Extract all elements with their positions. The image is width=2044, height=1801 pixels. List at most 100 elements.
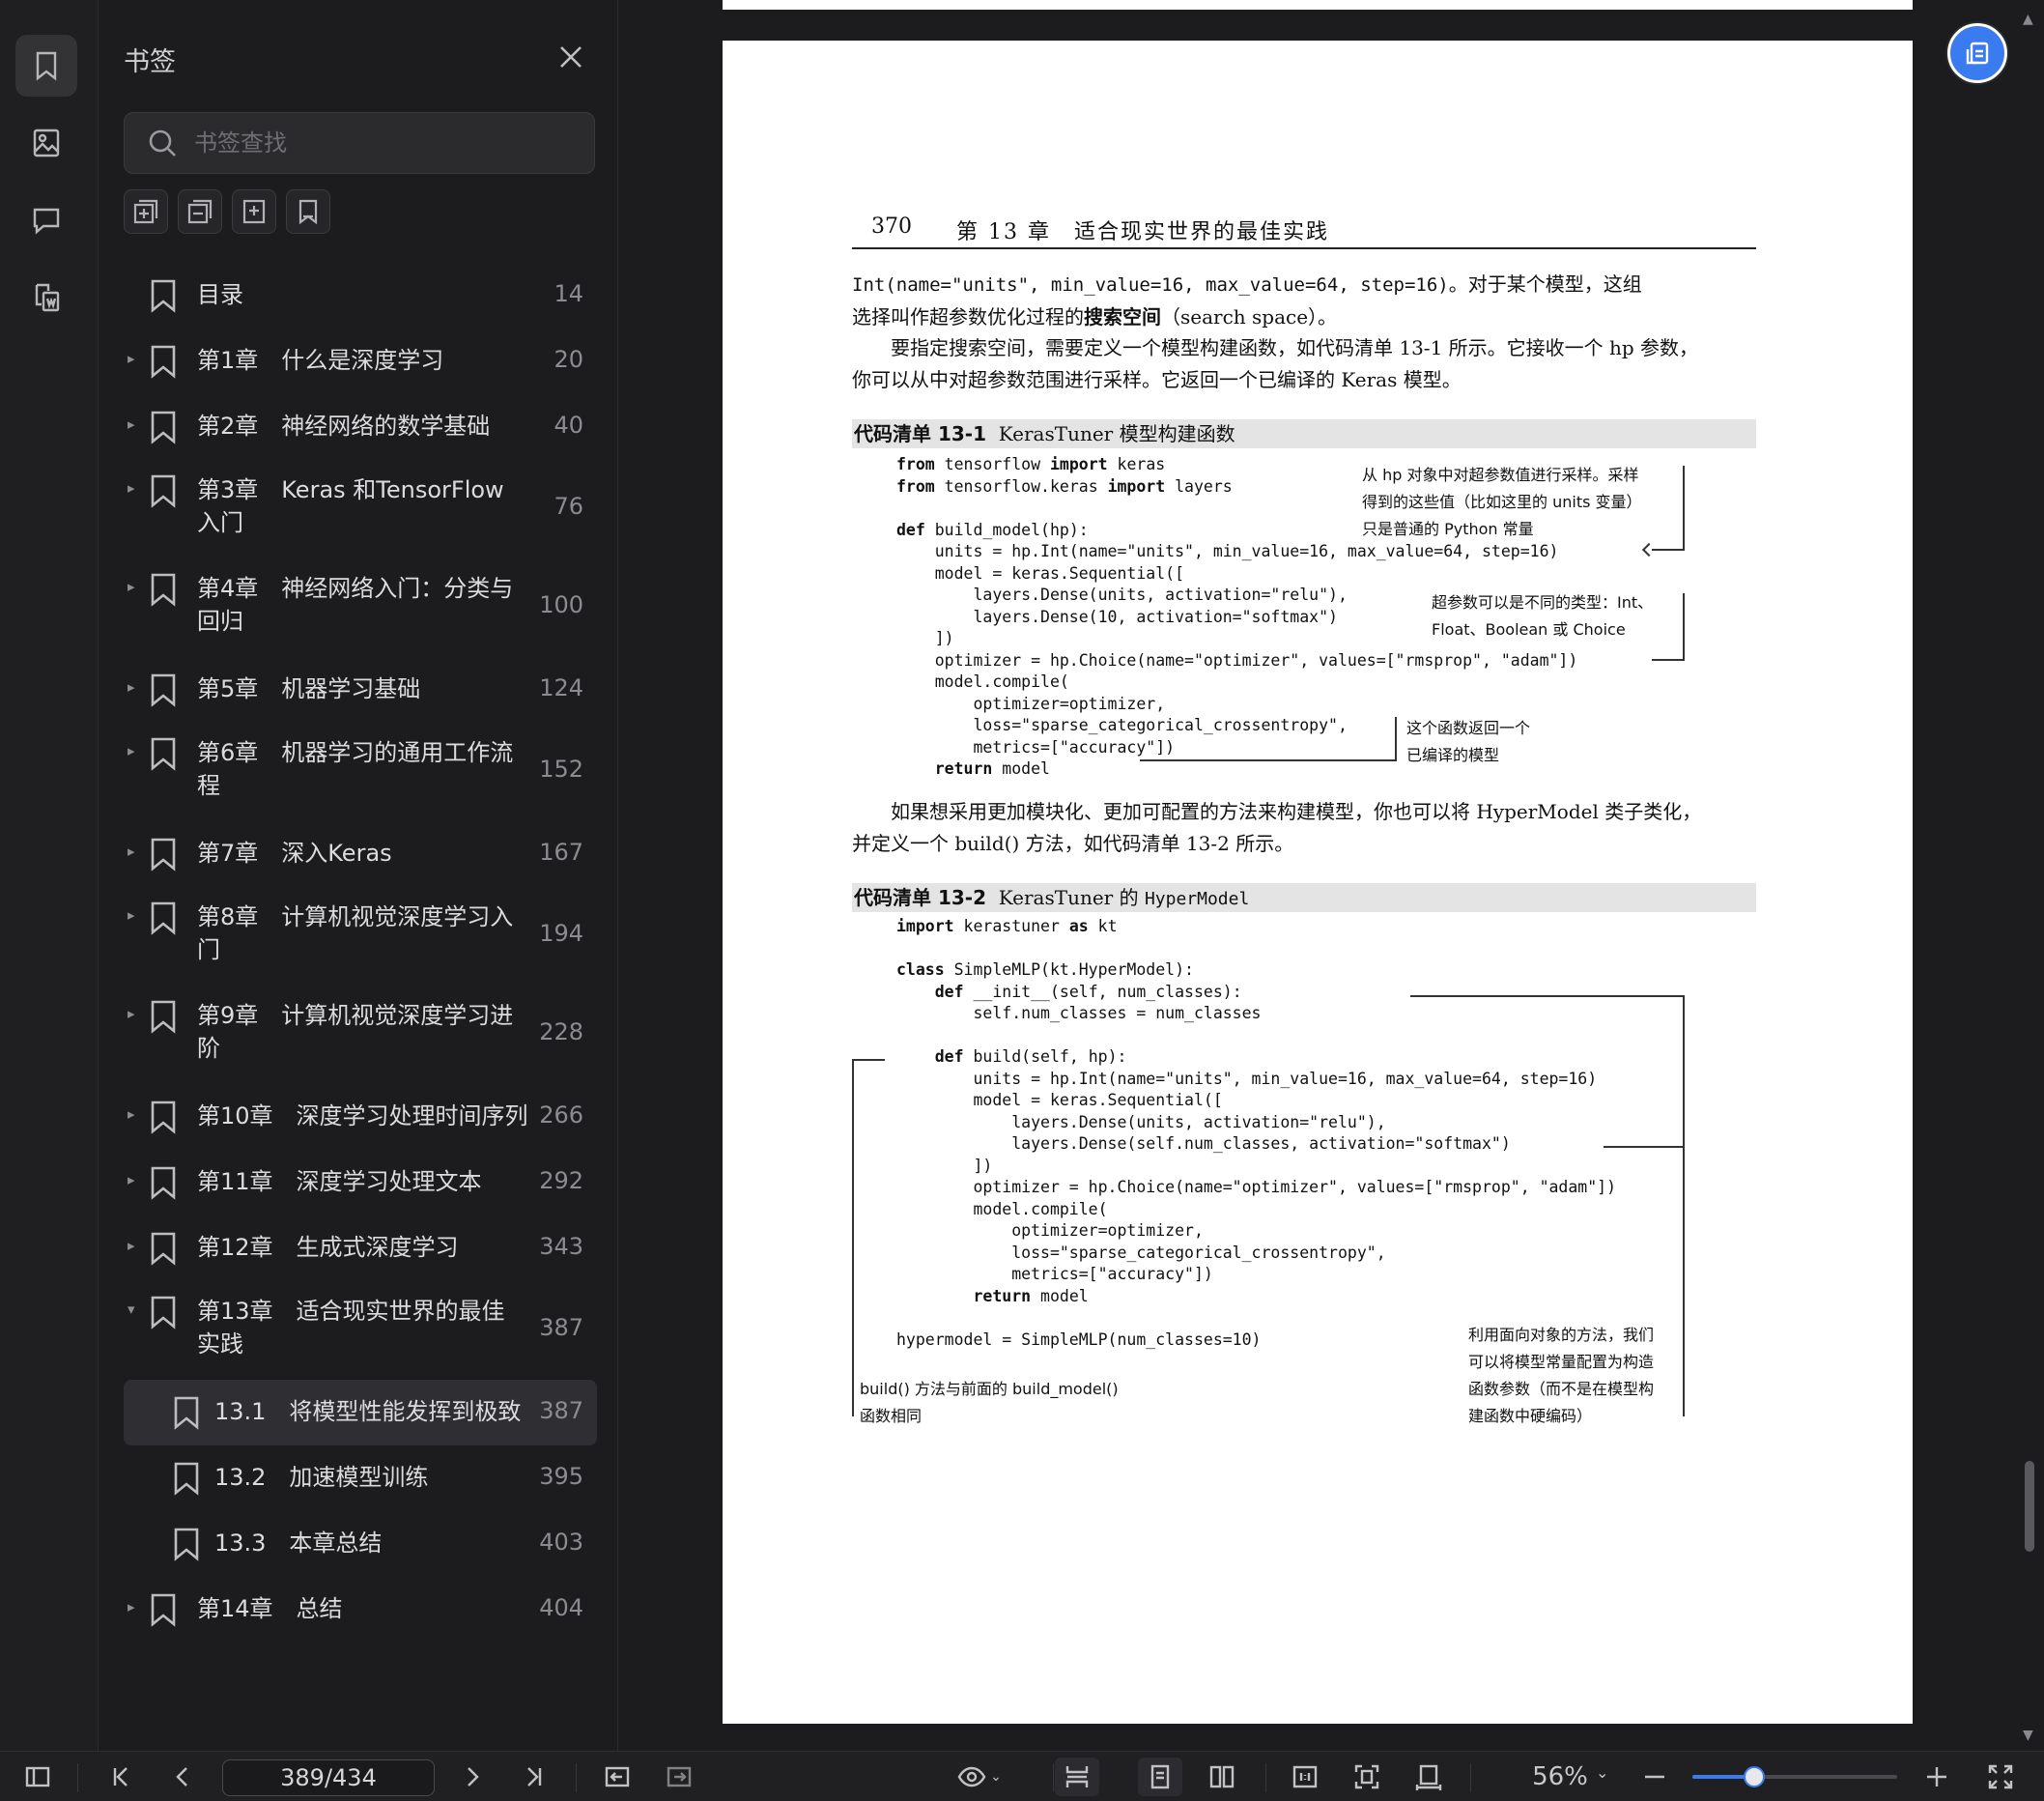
chevron-right-icon[interactable]: ▸ <box>128 678 141 696</box>
bookmark-item[interactable]: 13.1 将模型性能发挥到极致 387 <box>124 1380 597 1445</box>
bookmark-item[interactable]: 13.2 加速模型训练 395 <box>124 1445 597 1511</box>
paragraph-2: 要指定搜索空间，需要定义一个模型构建函数，如代码清单 13-1 所示。它接收一个… <box>852 336 1699 391</box>
fit-width-button[interactable] <box>1412 1761 1445 1792</box>
bookmark-icon <box>172 1395 201 1430</box>
thumbnail-tab-button[interactable] <box>15 112 77 174</box>
scroll-down-arrow[interactable]: ▼ <box>2023 1728 2033 1743</box>
bookmark-label: 第5章 机器学习基础 <box>197 675 421 702</box>
chevron-right-icon[interactable]: ▸ <box>128 1598 141 1615</box>
code-line: loss="sparse_categorical_crossentropy", <box>896 1243 1386 1262</box>
code-line: ]) <box>896 1156 993 1175</box>
chevron-right-icon[interactable]: ▸ <box>128 350 141 367</box>
toggle-sidebar-button[interactable] <box>21 1761 54 1792</box>
forward-button[interactable] <box>663 1761 696 1792</box>
bookmark-page-number: 152 <box>539 756 583 783</box>
bookmark-label: 第3章 Keras 和TensorFlow 入门 <box>197 476 512 536</box>
close-panel-button[interactable] <box>556 43 585 71</box>
comment-tab-button[interactable] <box>15 189 77 251</box>
bookmark-item[interactable]: ▸ 第11章 深度学习处理文本 292 <box>124 1150 597 1215</box>
page-indicator-input[interactable]: 389/434 <box>222 1759 435 1796</box>
chevron-right-icon[interactable]: ▸ <box>128 1237 141 1254</box>
two-page-button[interactable] <box>1206 1761 1238 1792</box>
bookmark-item[interactable]: ▸ 第4章 神经网络入门：分类与回归 100 <box>124 558 597 657</box>
add-bookmark-icon <box>242 199 266 224</box>
code-line: def build(self, hp): <box>934 1047 1127 1066</box>
chevron-right-icon[interactable]: ▸ <box>128 1105 141 1123</box>
collapse-all-button[interactable] <box>178 189 222 234</box>
chevron-left-icon <box>176 1767 187 1787</box>
single-page-button[interactable] <box>1138 1758 1182 1796</box>
bookmark-icon <box>149 1100 178 1134</box>
bookmark-page-number: 404 <box>539 1594 583 1621</box>
chevron-right-icon[interactable]: ▸ <box>128 415 141 433</box>
bookmark-icon <box>149 410 178 444</box>
chevron-right-icon[interactable]: ▸ <box>128 906 141 924</box>
extract-tab-button[interactable] <box>15 267 77 329</box>
first-page-button[interactable] <box>104 1761 137 1792</box>
zoom-in-button[interactable] <box>1920 1761 1953 1792</box>
zoom-dropdown-icon[interactable]: ⌄ <box>1596 1763 1608 1782</box>
chevron-right-icon[interactable]: ▸ <box>128 1171 141 1188</box>
code-line: optimizer=optimizer, <box>896 694 1166 713</box>
bookmark-item[interactable]: ▾ 第13章 适合现实世界的最佳实践 387 <box>124 1281 597 1380</box>
navigate-back-icon <box>605 1766 630 1787</box>
previous-page-button[interactable] <box>166 1761 199 1792</box>
page-header: 370 第 13 章 适合现实世界的最佳实践 <box>852 214 1756 249</box>
bookmark-item[interactable]: 目录 14 <box>124 263 597 329</box>
bookmark-item[interactable]: ▸ 第12章 生成式深度学习 343 <box>124 1215 597 1281</box>
actual-size-button[interactable] <box>1289 1761 1321 1792</box>
bookmark-item[interactable]: ▸ 第9章 计算机视觉深度学习进阶 228 <box>124 986 597 1084</box>
bookmark-page-number: 292 <box>539 1167 583 1194</box>
zoom-slider[interactable] <box>1692 1766 1897 1787</box>
bookmark-item[interactable]: ▸ 第7章 深入Keras 167 <box>124 821 597 887</box>
chevron-right-icon[interactable]: ▸ <box>128 578 141 595</box>
bookmark-icon <box>172 1461 201 1496</box>
bookmark-item[interactable]: ▸ 第8章 计算机视觉深度学习入门 194 <box>124 887 597 986</box>
bookmark-current-button[interactable] <box>286 189 330 234</box>
bookmark-search-input[interactable] <box>194 129 561 157</box>
bookmark-item[interactable]: ▸ 第14章 总结 404 <box>124 1577 597 1643</box>
view-mode-button[interactable]: ⌄ <box>951 1761 1008 1792</box>
bookmark-item[interactable]: ▸ 第1章 什么是深度学习 20 <box>124 329 597 394</box>
paragraph-1: Int(name="units", min_value=16, max_valu… <box>852 272 1642 329</box>
listing-13-2-code: import kerastuner as kt class SimpleMLP(k… <box>896 916 1616 1351</box>
chevron-down-icon[interactable]: ▾ <box>128 1301 141 1318</box>
zoom-slider-handle[interactable] <box>1743 1766 1765 1787</box>
fit-width-icon <box>1415 1764 1442 1790</box>
bookmark-tab-button[interactable] <box>15 35 77 97</box>
fullscreen-button[interactable] <box>1984 1761 2017 1792</box>
floating-action-button[interactable] <box>1947 23 2007 83</box>
scroll-up-arrow[interactable]: ▲ <box>2023 12 2033 27</box>
bookmark-page-number: 395 <box>539 1463 583 1490</box>
expand-all-button[interactable] <box>124 189 168 234</box>
chevron-right-icon[interactable]: ▸ <box>128 843 141 860</box>
bookmark-item[interactable]: ▸ 第2章 神经网络的数学基础 40 <box>124 394 597 460</box>
code-line: model.compile( <box>896 1199 1108 1218</box>
close-icon <box>560 46 582 68</box>
bookmark-page-number: 40 <box>554 412 583 439</box>
page-number: 370 <box>871 214 912 239</box>
bookmark-page-number: 387 <box>539 1314 583 1341</box>
scrollbar-thumb[interactable] <box>2025 1461 2034 1552</box>
continuous-scroll-button[interactable] <box>1055 1758 1099 1796</box>
bookmark-item[interactable]: 13.3 本章总结 403 <box>124 1511 597 1577</box>
last-page-button[interactable] <box>518 1761 551 1792</box>
chevron-right-icon[interactable]: ▸ <box>128 742 141 759</box>
bookmark-item[interactable]: ▸ 第5章 机器学习基础 124 <box>124 657 597 723</box>
bookmark-label: 第1章 什么是深度学习 <box>197 347 444 374</box>
bookmark-item[interactable]: ▸ 第3章 Keras 和TensorFlow 入门 76 <box>124 460 597 558</box>
next-page-button[interactable] <box>456 1761 489 1792</box>
minus-icon <box>1645 1775 1664 1779</box>
add-bookmark-button[interactable] <box>232 189 276 234</box>
zoom-out-button[interactable] <box>1638 1761 1671 1792</box>
two-page-icon <box>1209 1765 1235 1788</box>
bookmark-page-number: 194 <box>539 920 583 947</box>
chevron-right-icon[interactable]: ▸ <box>128 479 141 497</box>
chevron-right-icon[interactable]: ▸ <box>128 1005 141 1022</box>
code-line: model = keras.Sequential([ <box>896 1091 1223 1109</box>
back-button[interactable] <box>601 1761 634 1792</box>
bookmark-item[interactable]: ▸ 第10章 深度学习处理时间序列 266 <box>124 1084 597 1150</box>
bookmark-item[interactable]: ▸ 第6章 机器学习的通用工作流程 152 <box>124 723 597 821</box>
fit-page-button[interactable] <box>1350 1761 1383 1792</box>
